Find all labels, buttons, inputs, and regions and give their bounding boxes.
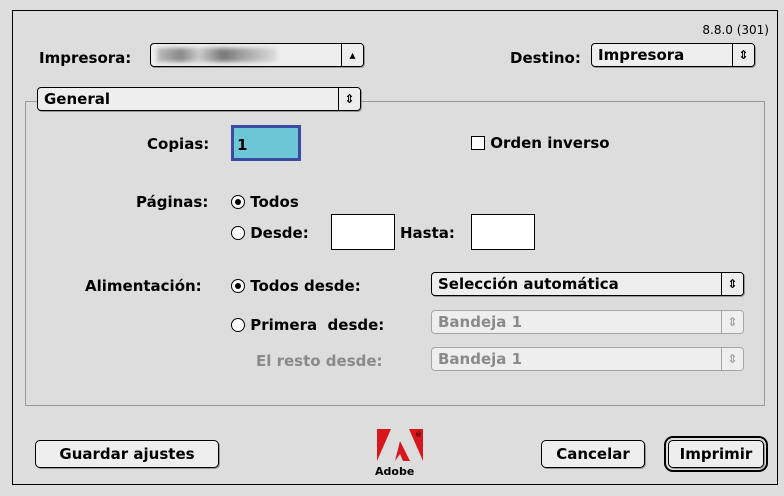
rest-from-value: Bandeja 1 bbox=[438, 350, 523, 368]
up-down-arrows-icon: ⇕ bbox=[338, 88, 360, 110]
paper-source-label: Alimentación: bbox=[85, 277, 202, 295]
printer-label: Impresora: bbox=[39, 49, 132, 67]
pages-label: Páginas: bbox=[136, 193, 209, 211]
pages-all-radio[interactable]: Todos bbox=[231, 193, 299, 211]
print-dialog: 8.8.0 (301) Impresora: ▴ Destino: Impres… bbox=[12, 10, 778, 485]
radio-selected-icon bbox=[231, 195, 245, 209]
pages-all-label: Todos bbox=[250, 193, 299, 211]
first-from-popup[interactable]: Bandeja 1 ⇕ bbox=[431, 310, 744, 334]
destination-label: Destino: bbox=[510, 49, 581, 67]
copies-label: Copias: bbox=[147, 135, 210, 153]
up-down-arrows-icon: ⇕ bbox=[732, 44, 754, 66]
reverse-order-checkbox[interactable]: Orden inverso bbox=[471, 134, 610, 152]
adobe-logo-text: Adobe bbox=[375, 465, 415, 478]
rest-from-popup[interactable]: Bandeja 1 ⇕ bbox=[431, 347, 744, 371]
radio-selected-icon bbox=[231, 279, 245, 293]
destination-popup[interactable]: Impresora ⇕ bbox=[591, 43, 755, 67]
adobe-logo-icon: ® Adobe bbox=[375, 429, 425, 485]
up-down-arrows-icon: ⇕ bbox=[721, 348, 743, 370]
all-from-radio[interactable]: Todos desde: bbox=[231, 277, 361, 295]
pages-from-radio[interactable]: Desde: bbox=[231, 224, 309, 242]
printer-popup[interactable]: ▴ bbox=[150, 43, 364, 67]
first-from-label: Primera desde: bbox=[250, 316, 385, 334]
up-down-arrows-icon: ▴ bbox=[341, 44, 363, 66]
rest-from-label: El resto desde: bbox=[256, 352, 383, 370]
pages-from-field[interactable] bbox=[331, 214, 395, 250]
print-button[interactable]: Imprimir bbox=[664, 436, 768, 472]
checkbox-icon bbox=[471, 136, 485, 150]
pages-from-label: Desde: bbox=[250, 224, 309, 242]
panel-popup[interactable]: General ⇕ bbox=[37, 87, 361, 111]
first-from-radio[interactable]: Primera desde: bbox=[231, 316, 384, 334]
all-from-popup[interactable]: Selección automática ⇕ bbox=[431, 272, 744, 296]
up-down-arrows-icon: ⇕ bbox=[721, 311, 743, 333]
cancel-button[interactable]: Cancelar bbox=[541, 440, 645, 468]
version-label: 8.8.0 (301) bbox=[702, 23, 769, 37]
pages-to-field[interactable] bbox=[471, 214, 535, 250]
radio-icon bbox=[231, 318, 245, 332]
all-from-label: Todos desde: bbox=[250, 277, 361, 295]
save-settings-button[interactable]: Guardar ajustes bbox=[35, 440, 219, 468]
printer-name-redacted bbox=[157, 48, 277, 62]
panel-value: General bbox=[44, 90, 110, 108]
up-down-arrows-icon: ⇕ bbox=[721, 273, 743, 295]
reverse-order-label: Orden inverso bbox=[490, 134, 610, 152]
first-from-value: Bandeja 1 bbox=[438, 313, 523, 331]
svg-text:®: ® bbox=[415, 431, 422, 439]
copies-field[interactable]: 1 bbox=[231, 125, 301, 161]
pages-to-label: Hasta: bbox=[400, 224, 455, 242]
destination-value: Impresora bbox=[598, 46, 685, 64]
all-from-value: Selección automática bbox=[438, 275, 619, 293]
radio-icon bbox=[231, 226, 245, 240]
